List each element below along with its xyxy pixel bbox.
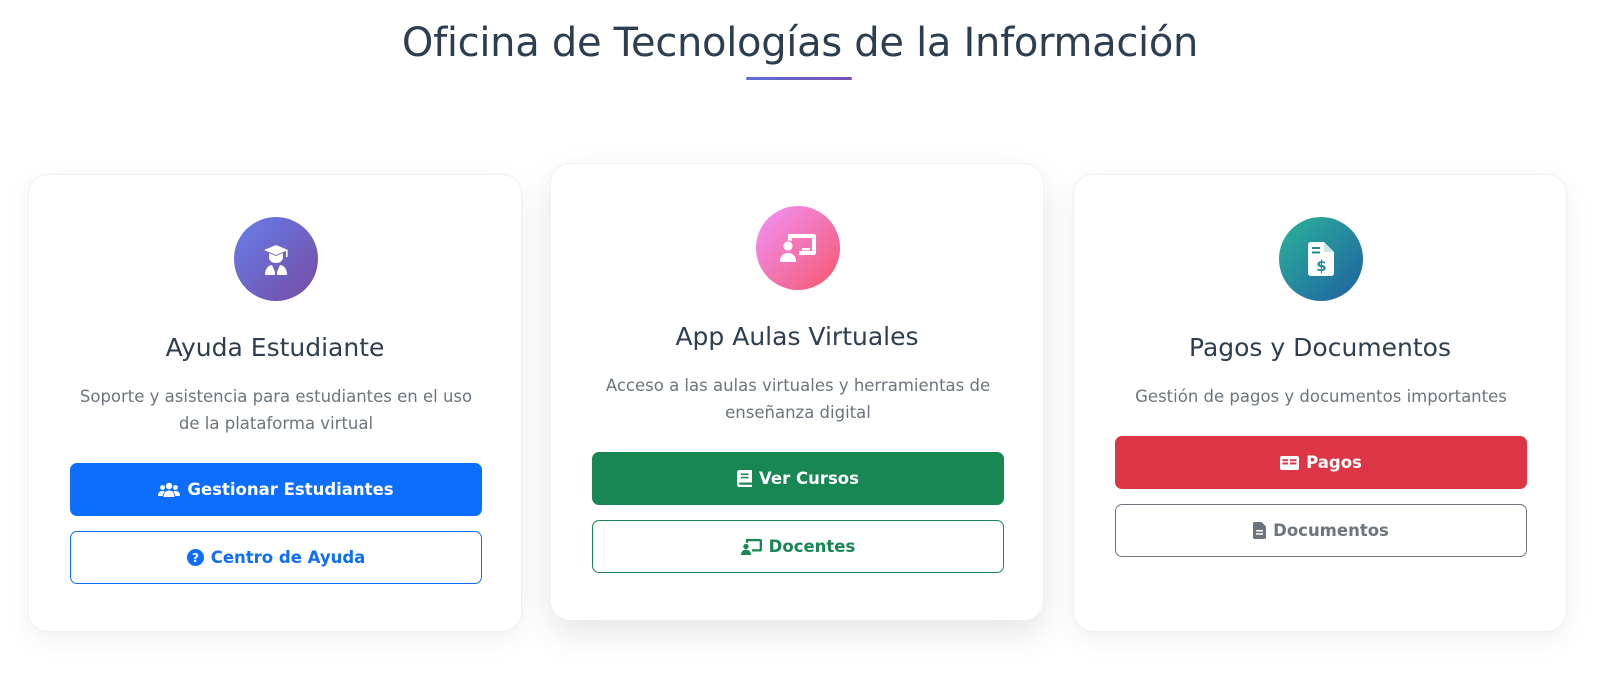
svg-text:$: $ <box>1316 257 1326 275</box>
chalkboard-user-icon <box>756 206 840 290</box>
centro-de-ayuda-button[interactable]: ? Centro de Ayuda <box>70 531 482 584</box>
card-description: Acceso a las aulas virtuales y herramien… <box>605 376 991 422</box>
book-icon <box>737 470 753 487</box>
card-ayuda-estudiante: Ayuda Estudiante Soporte y asistencia pa… <box>28 174 522 632</box>
money-bill-icon <box>1280 455 1300 470</box>
users-icon <box>158 482 181 498</box>
pagos-button[interactable]: Pagos <box>1115 436 1527 489</box>
svg-text:?: ? <box>192 551 199 565</box>
button-label: Centro de Ayuda <box>210 548 366 567</box>
button-label: Pagos <box>1306 453 1362 472</box>
question-circle-icon: ? <box>186 549 204 566</box>
title-underline <box>746 77 852 80</box>
button-label: Documentos <box>1273 521 1389 540</box>
card-description: Soporte y asistencia para estudiantes en… <box>79 387 473 433</box>
button-label: Gestionar Estudiantes <box>187 480 394 499</box>
ver-cursos-button[interactable]: Ver Cursos <box>592 452 1004 505</box>
card-title: App Aulas Virtuales <box>675 322 919 351</box>
card-app-aulas-virtuales: App Aulas Virtuales Acceso a las aulas v… <box>550 163 1044 621</box>
file-invoice-dollar-icon: $ <box>1279 217 1363 301</box>
chalkboard-teacher-icon <box>740 538 762 555</box>
docentes-button[interactable]: Docentes <box>592 520 1004 573</box>
card-pagos-y-documentos: $ Pagos y Documentos Gestión de pagos y … <box>1073 174 1567 632</box>
button-label: Docentes <box>768 537 856 556</box>
gestionar-estudiantes-button[interactable]: Gestionar Estudiantes <box>70 463 482 516</box>
file-alt-icon <box>1253 522 1267 539</box>
documentos-button[interactable]: Documentos <box>1115 504 1527 557</box>
button-label: Ver Cursos <box>759 469 859 488</box>
card-title: Ayuda Estudiante <box>165 333 385 362</box>
card-title: Pagos y Documentos <box>1189 333 1451 362</box>
user-graduate-icon <box>234 217 318 301</box>
page: Oficina de Tecnologías de la Información… <box>0 0 1600 685</box>
page-title: Oficina de Tecnologías de la Información <box>401 20 1199 66</box>
card-description: Gestión de pagos y documentos importante… <box>1135 387 1507 406</box>
